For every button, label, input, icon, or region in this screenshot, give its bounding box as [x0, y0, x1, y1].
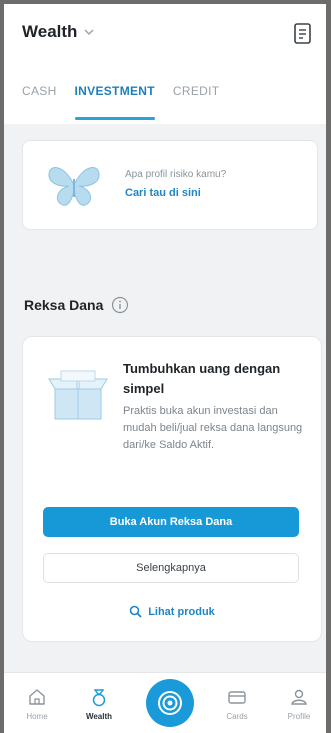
wealth-title-dropdown[interactable]: Wealth — [22, 22, 95, 42]
nav-wealth[interactable]: Wealth — [74, 687, 124, 721]
nav-home[interactable]: Home — [12, 687, 62, 721]
card-headline: Tumbuhkan uang dengan simpel — [123, 361, 281, 396]
top-header: Wealth CASH INVESTMENT CREDIT — [4, 4, 326, 124]
view-products-label: Lihat produk — [148, 605, 215, 618]
page-title: Wealth — [22, 22, 78, 41]
nav-profile-label: Profile — [287, 712, 311, 721]
reksa-dana-card: Tumbuhkan uang dengan simpel Praktis buk… — [22, 336, 322, 642]
tab-credit[interactable]: CREDIT — [173, 84, 219, 108]
risk-profile-card[interactable]: Apa profil risiko kamu? Cari tau di sini — [22, 140, 318, 230]
nav-cards[interactable]: Cards — [212, 687, 262, 721]
chevron-down-icon — [84, 29, 94, 35]
risk-profile-question: Apa profil risiko kamu? — [125, 169, 227, 180]
app-screen: Wealth CASH INVESTMENT CREDIT Apa profil… — [4, 4, 326, 733]
center-action-icon — [158, 691, 182, 715]
card-icon — [228, 691, 246, 704]
search-icon — [129, 605, 142, 618]
nav-profile[interactable]: Profile — [274, 687, 324, 721]
tab-cash[interactable]: CASH — [22, 84, 57, 108]
bottom-navigation: Home Wealth Cards Profile — [4, 672, 326, 733]
nav-wealth-label: Wealth — [85, 712, 113, 721]
section-title: Reksa Dana — [24, 297, 104, 313]
wealth-icon — [92, 689, 106, 707]
center-action-button[interactable] — [146, 679, 194, 727]
nav-cards-label: Cards — [226, 712, 248, 721]
tab-investment[interactable]: INVESTMENT — [74, 84, 156, 120]
learn-more-button[interactable]: Selengkapnya — [43, 553, 299, 583]
find-out-link[interactable]: Cari tau di sini — [125, 187, 201, 199]
open-account-button[interactable]: Buka Akun Reksa Dana — [43, 507, 299, 537]
document-icon[interactable] — [292, 22, 314, 46]
tab-bar: CASH INVESTMENT CREDIT — [22, 84, 219, 120]
profile-icon — [291, 689, 307, 705]
info-icon[interactable] — [111, 296, 129, 314]
home-icon — [29, 689, 45, 705]
nav-home-label: Home — [26, 712, 48, 721]
card-description: Praktis buka akun investasi dan mudah be… — [123, 405, 303, 451]
view-products-link[interactable]: Lihat produk — [23, 605, 321, 618]
butterfly-icon — [48, 167, 100, 206]
section-header: Reksa Dana — [24, 296, 129, 314]
open-box-icon — [48, 370, 108, 420]
